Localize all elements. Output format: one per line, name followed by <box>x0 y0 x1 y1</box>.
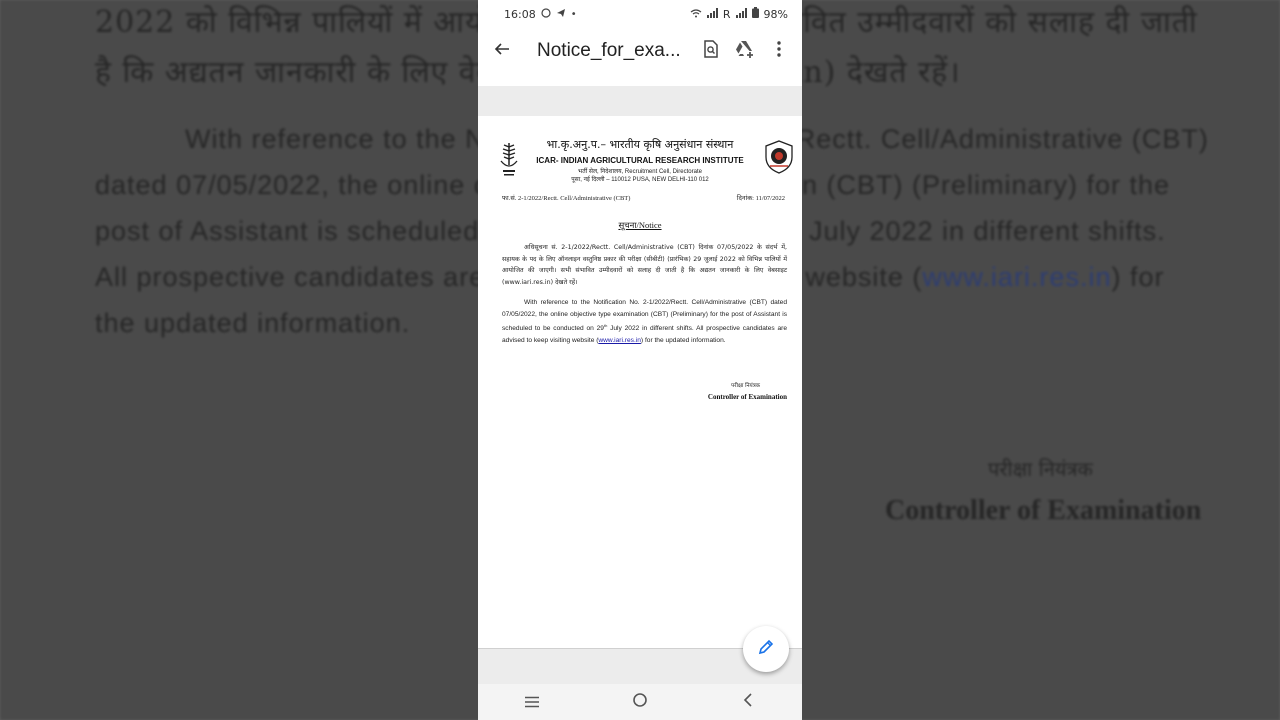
notice-date: दिनांक: 11/07/2022 <box>736 195 785 202</box>
reference-number: फा.सं. 2-1/2022/Rectt. Cell/Administrati… <box>502 195 631 202</box>
telegram-icon <box>556 8 566 21</box>
system-nav-bar <box>478 684 802 720</box>
battery-level: 98% <box>763 7 788 21</box>
notice-paragraph-hindi: अधिसूचना सं. 2-1/2022/Rectt. Cell/Admini… <box>502 244 787 287</box>
pencil-icon <box>757 638 775 660</box>
recents-nav-icon <box>524 693 540 712</box>
battery-icon <box>751 7 759 21</box>
bg-sign-hindi: परीक्षा नियंत्रक <box>988 457 1093 481</box>
wifi-calling-icon <box>690 8 702 21</box>
notice-paragraph-english: With reference to the Notification No. 2… <box>502 299 787 345</box>
home-nav-button[interactable] <box>620 687 660 717</box>
back-nav-button[interactable] <box>728 687 768 717</box>
more-options-button[interactable] <box>764 36 794 66</box>
status-time: 16:08 <box>504 7 536 21</box>
institute-department: भर्ती सेल, निदेशालय, Recruitment Cell, D… <box>578 169 702 175</box>
back-nav-icon <box>742 692 754 712</box>
home-nav-icon <box>632 692 648 712</box>
institute-name-hindi: भा.कृ.अनु.प.– भारतीय कृषि अनुसंधान संस्थ… <box>546 138 734 151</box>
whatsapp-icon <box>541 7 551 21</box>
more-vert-icon <box>776 41 782 61</box>
institute-address: पूसा, नई दिल्ली – 110012 PUSA, NEW DELHI… <box>571 177 709 183</box>
add-to-drive-button[interactable] <box>730 36 760 66</box>
app-bar: Notice_for_exa... <box>478 28 802 74</box>
roaming-label: R <box>722 7 731 21</box>
back-button[interactable] <box>490 39 514 63</box>
institute-name: ICAR- INDIAN AGRICULTURAL RESEARCH INSTI… <box>536 156 744 165</box>
status-bar: 16:08 • R 98% <box>478 0 802 28</box>
document-title: Notice_for_exa... <box>537 40 681 61</box>
signatory-hindi: परीक्षा नियंत्रक <box>731 383 760 389</box>
find-in-document-button[interactable] <box>696 36 726 66</box>
recents-nav-button[interactable] <box>512 687 552 717</box>
find-in-document-icon <box>703 40 719 62</box>
signal-icon-2 <box>735 7 747 21</box>
pdf-viewer[interactable]: भा.कृ.अनु.प.– भारतीय कृषि अनुसंधान संस्थ… <box>478 86 802 684</box>
pdf-page: भा.कृ.अनु.प.– भारतीय कृषि अनुसंधान संस्थ… <box>478 116 802 649</box>
edit-fab-button[interactable] <box>743 626 789 672</box>
notice-title: सूचना/Notice <box>618 220 662 230</box>
add-to-drive-icon <box>734 40 756 62</box>
notification-dot-icon: • <box>570 8 577 20</box>
arrow-left-icon <box>494 41 510 61</box>
signatory-english: Controller of Examination <box>707 393 787 401</box>
signal-icon <box>706 7 718 21</box>
phone-screen: 16:08 • R 98% Notice_for_exa... भा.कृ.अन… <box>478 0 802 720</box>
bg-sign-english: Controller of Examination <box>885 495 1202 526</box>
website-link[interactable]: www.iari.res.in <box>598 337 641 344</box>
bg-english-line-5: the updated information. <box>95 308 411 338</box>
